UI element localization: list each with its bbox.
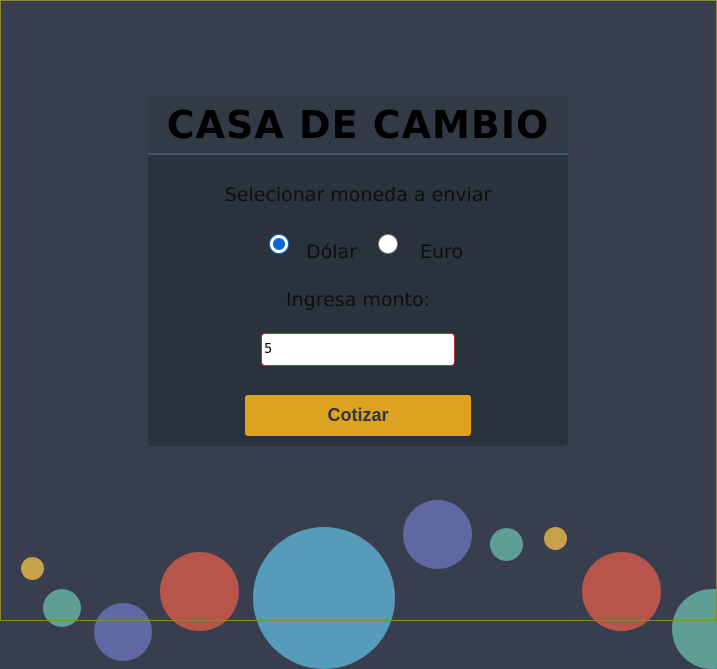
- currency-prompt: Selecionar moneda a enviar: [224, 184, 492, 206]
- amount-input[interactable]: [261, 333, 455, 366]
- radio-euro[interactable]: [378, 234, 398, 254]
- bubble-red-right: [582, 552, 661, 631]
- bubble-gold-tiny: [544, 527, 567, 550]
- card-header: CASA DE CAMBIO: [148, 96, 568, 155]
- cotizar-button[interactable]: Cotizar: [245, 395, 471, 436]
- page-title: CASA DE CAMBIO: [166, 103, 550, 147]
- bubble-gold-small: [21, 557, 44, 580]
- bubble-red-left: [160, 552, 239, 631]
- bubble-blue-large: [253, 527, 395, 669]
- bubble-purple: [403, 500, 472, 569]
- currency-radio-group: Dólar Euro: [148, 234, 568, 268]
- amount-label: Ingresa monto:: [285, 289, 431, 311]
- bubble-teal-corner: [672, 589, 717, 669]
- radio-euro-label[interactable]: Euro: [420, 241, 463, 263]
- radio-dolar-label[interactable]: Dólar: [306, 241, 357, 263]
- bubble-teal-small: [490, 528, 523, 561]
- bubble-purple-small: [94, 603, 152, 661]
- exchange-card: CASA DE CAMBIO Selecionar moneda a envia…: [148, 96, 568, 446]
- radio-dolar[interactable]: [269, 234, 289, 254]
- bubble-teal: [43, 589, 81, 627]
